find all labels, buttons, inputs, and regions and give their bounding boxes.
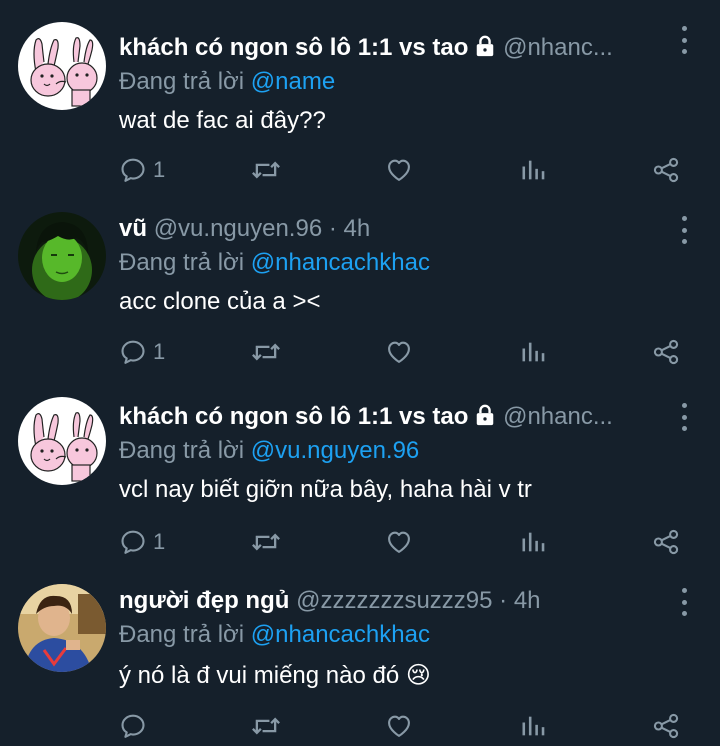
tweet-actions: 1 bbox=[0, 522, 720, 562]
replying-to: Đang trả lời @nhancachkhac bbox=[119, 618, 696, 652]
replying-to-label: Đang trả lời bbox=[119, 437, 245, 464]
retweet-button[interactable] bbox=[250, 522, 282, 562]
timestamp: · 4h bbox=[499, 587, 541, 614]
avatar[interactable] bbox=[18, 397, 106, 485]
analytics-button[interactable] bbox=[519, 332, 547, 372]
reply-button[interactable]: 1 bbox=[119, 150, 165, 190]
more-icon[interactable] bbox=[674, 403, 694, 431]
display-name[interactable]: khách có ngon sô lô 1:1 vs tao bbox=[119, 403, 468, 430]
reply-mention-link[interactable]: @nhancachkhac bbox=[251, 621, 430, 648]
heart-icon bbox=[385, 156, 413, 184]
analytics-button[interactable] bbox=[519, 706, 547, 746]
reply-mention-link[interactable]: @name bbox=[251, 68, 335, 95]
heart-icon bbox=[385, 528, 413, 556]
analytics-button[interactable] bbox=[519, 150, 547, 190]
replying-to-label: Đang trả lời bbox=[119, 68, 245, 95]
share-button[interactable] bbox=[652, 150, 680, 190]
more-icon[interactable] bbox=[674, 216, 694, 244]
retweet-icon bbox=[250, 528, 282, 556]
green-portrait-avatar-image bbox=[18, 212, 106, 300]
lock-icon bbox=[474, 402, 496, 436]
photo-portrait-avatar-image bbox=[18, 584, 106, 672]
avatar[interactable] bbox=[18, 584, 106, 672]
tweet-actions bbox=[0, 706, 720, 746]
like-button[interactable] bbox=[385, 332, 413, 372]
share-icon bbox=[652, 156, 680, 184]
like-button[interactable] bbox=[385, 522, 413, 562]
reply-count: 1 bbox=[153, 529, 166, 554]
reply-button[interactable]: 1 bbox=[119, 522, 165, 562]
more-icon[interactable] bbox=[674, 26, 694, 54]
tweet-actions: 1 bbox=[0, 150, 720, 190]
tweet-text: acc clone của a >< bbox=[119, 288, 321, 315]
display-name[interactable]: người đẹp ngủ bbox=[119, 587, 289, 614]
replying-to: Đang trả lời @vu.nguyen.96 bbox=[119, 434, 696, 468]
lock-icon bbox=[474, 33, 496, 67]
reply-icon bbox=[119, 338, 147, 366]
more-icon[interactable] bbox=[674, 588, 694, 616]
retweet-icon bbox=[250, 338, 282, 366]
analytics-icon bbox=[519, 528, 547, 556]
reply-count: 1 bbox=[153, 157, 166, 182]
analytics-button[interactable] bbox=[519, 522, 547, 562]
share-icon bbox=[652, 338, 680, 366]
retweet-icon bbox=[250, 156, 282, 184]
share-button[interactable] bbox=[652, 332, 680, 372]
tweet-text: vcl nay biết giỡn nữa bây, haha hài v tr bbox=[119, 476, 532, 503]
user-handle[interactable]: @nhanc... bbox=[503, 34, 613, 61]
replying-to-label: Đang trả lời bbox=[119, 621, 245, 648]
replying-to: Đang trả lời @name bbox=[119, 65, 696, 99]
reply-icon bbox=[119, 712, 147, 740]
retweet-icon bbox=[250, 712, 282, 740]
heart-icon bbox=[385, 712, 413, 740]
user-handle[interactable]: @zzzzzzzsuzzz95 bbox=[296, 587, 492, 614]
share-icon bbox=[652, 528, 680, 556]
user-handle[interactable]: @nhanc... bbox=[503, 403, 613, 430]
like-button[interactable] bbox=[385, 706, 413, 746]
retweet-button[interactable] bbox=[250, 706, 282, 746]
analytics-icon bbox=[519, 712, 547, 740]
analytics-icon bbox=[519, 156, 547, 184]
tweet-header: khách có ngon sô lô 1:1 vs tao @nhanc... bbox=[119, 31, 696, 65]
reply-icon bbox=[119, 156, 147, 184]
display-name[interactable]: vũ bbox=[119, 215, 147, 242]
heart-icon bbox=[385, 338, 413, 366]
avatar[interactable] bbox=[18, 22, 106, 110]
like-button[interactable] bbox=[385, 150, 413, 190]
user-handle[interactable]: @vu.nguyen.96 bbox=[154, 215, 322, 242]
bunny-avatar-image bbox=[18, 397, 106, 485]
tweet-header: khách có ngon sô lô 1:1 vs tao @nhanc... bbox=[119, 400, 696, 434]
reply-count: 1 bbox=[153, 339, 166, 364]
tweet-text: ý nó là đ vui miếng nào đó 😢 bbox=[119, 662, 431, 689]
bunny-avatar-image bbox=[18, 22, 106, 110]
replying-to-label: Đang trả lời bbox=[119, 249, 245, 276]
share-button[interactable] bbox=[652, 522, 680, 562]
share-icon bbox=[652, 712, 680, 740]
reply-mention-link[interactable]: @vu.nguyen.96 bbox=[251, 437, 419, 464]
share-button[interactable] bbox=[652, 706, 680, 746]
tweet-header: vũ @vu.nguyen.96 · 4h bbox=[119, 212, 696, 246]
tweet-actions: 1 bbox=[0, 332, 720, 372]
tweet-text: wat de fac ai đây?? bbox=[119, 107, 326, 134]
avatar[interactable] bbox=[18, 212, 106, 300]
reply-icon bbox=[119, 528, 147, 556]
retweet-button[interactable] bbox=[250, 150, 282, 190]
reply-button[interactable] bbox=[119, 706, 153, 746]
reply-mention-link[interactable]: @nhancachkhac bbox=[251, 249, 430, 276]
analytics-icon bbox=[519, 338, 547, 366]
reply-button[interactable]: 1 bbox=[119, 332, 165, 372]
retweet-button[interactable] bbox=[250, 332, 282, 372]
tweet-header: người đẹp ngủ @zzzzzzzsuzzz95 · 4h bbox=[119, 584, 696, 618]
replying-to: Đang trả lời @nhancachkhac bbox=[119, 246, 696, 280]
timestamp: · 4h bbox=[328, 215, 371, 242]
display-name[interactable]: khách có ngon sô lô 1:1 vs tao bbox=[119, 34, 468, 61]
